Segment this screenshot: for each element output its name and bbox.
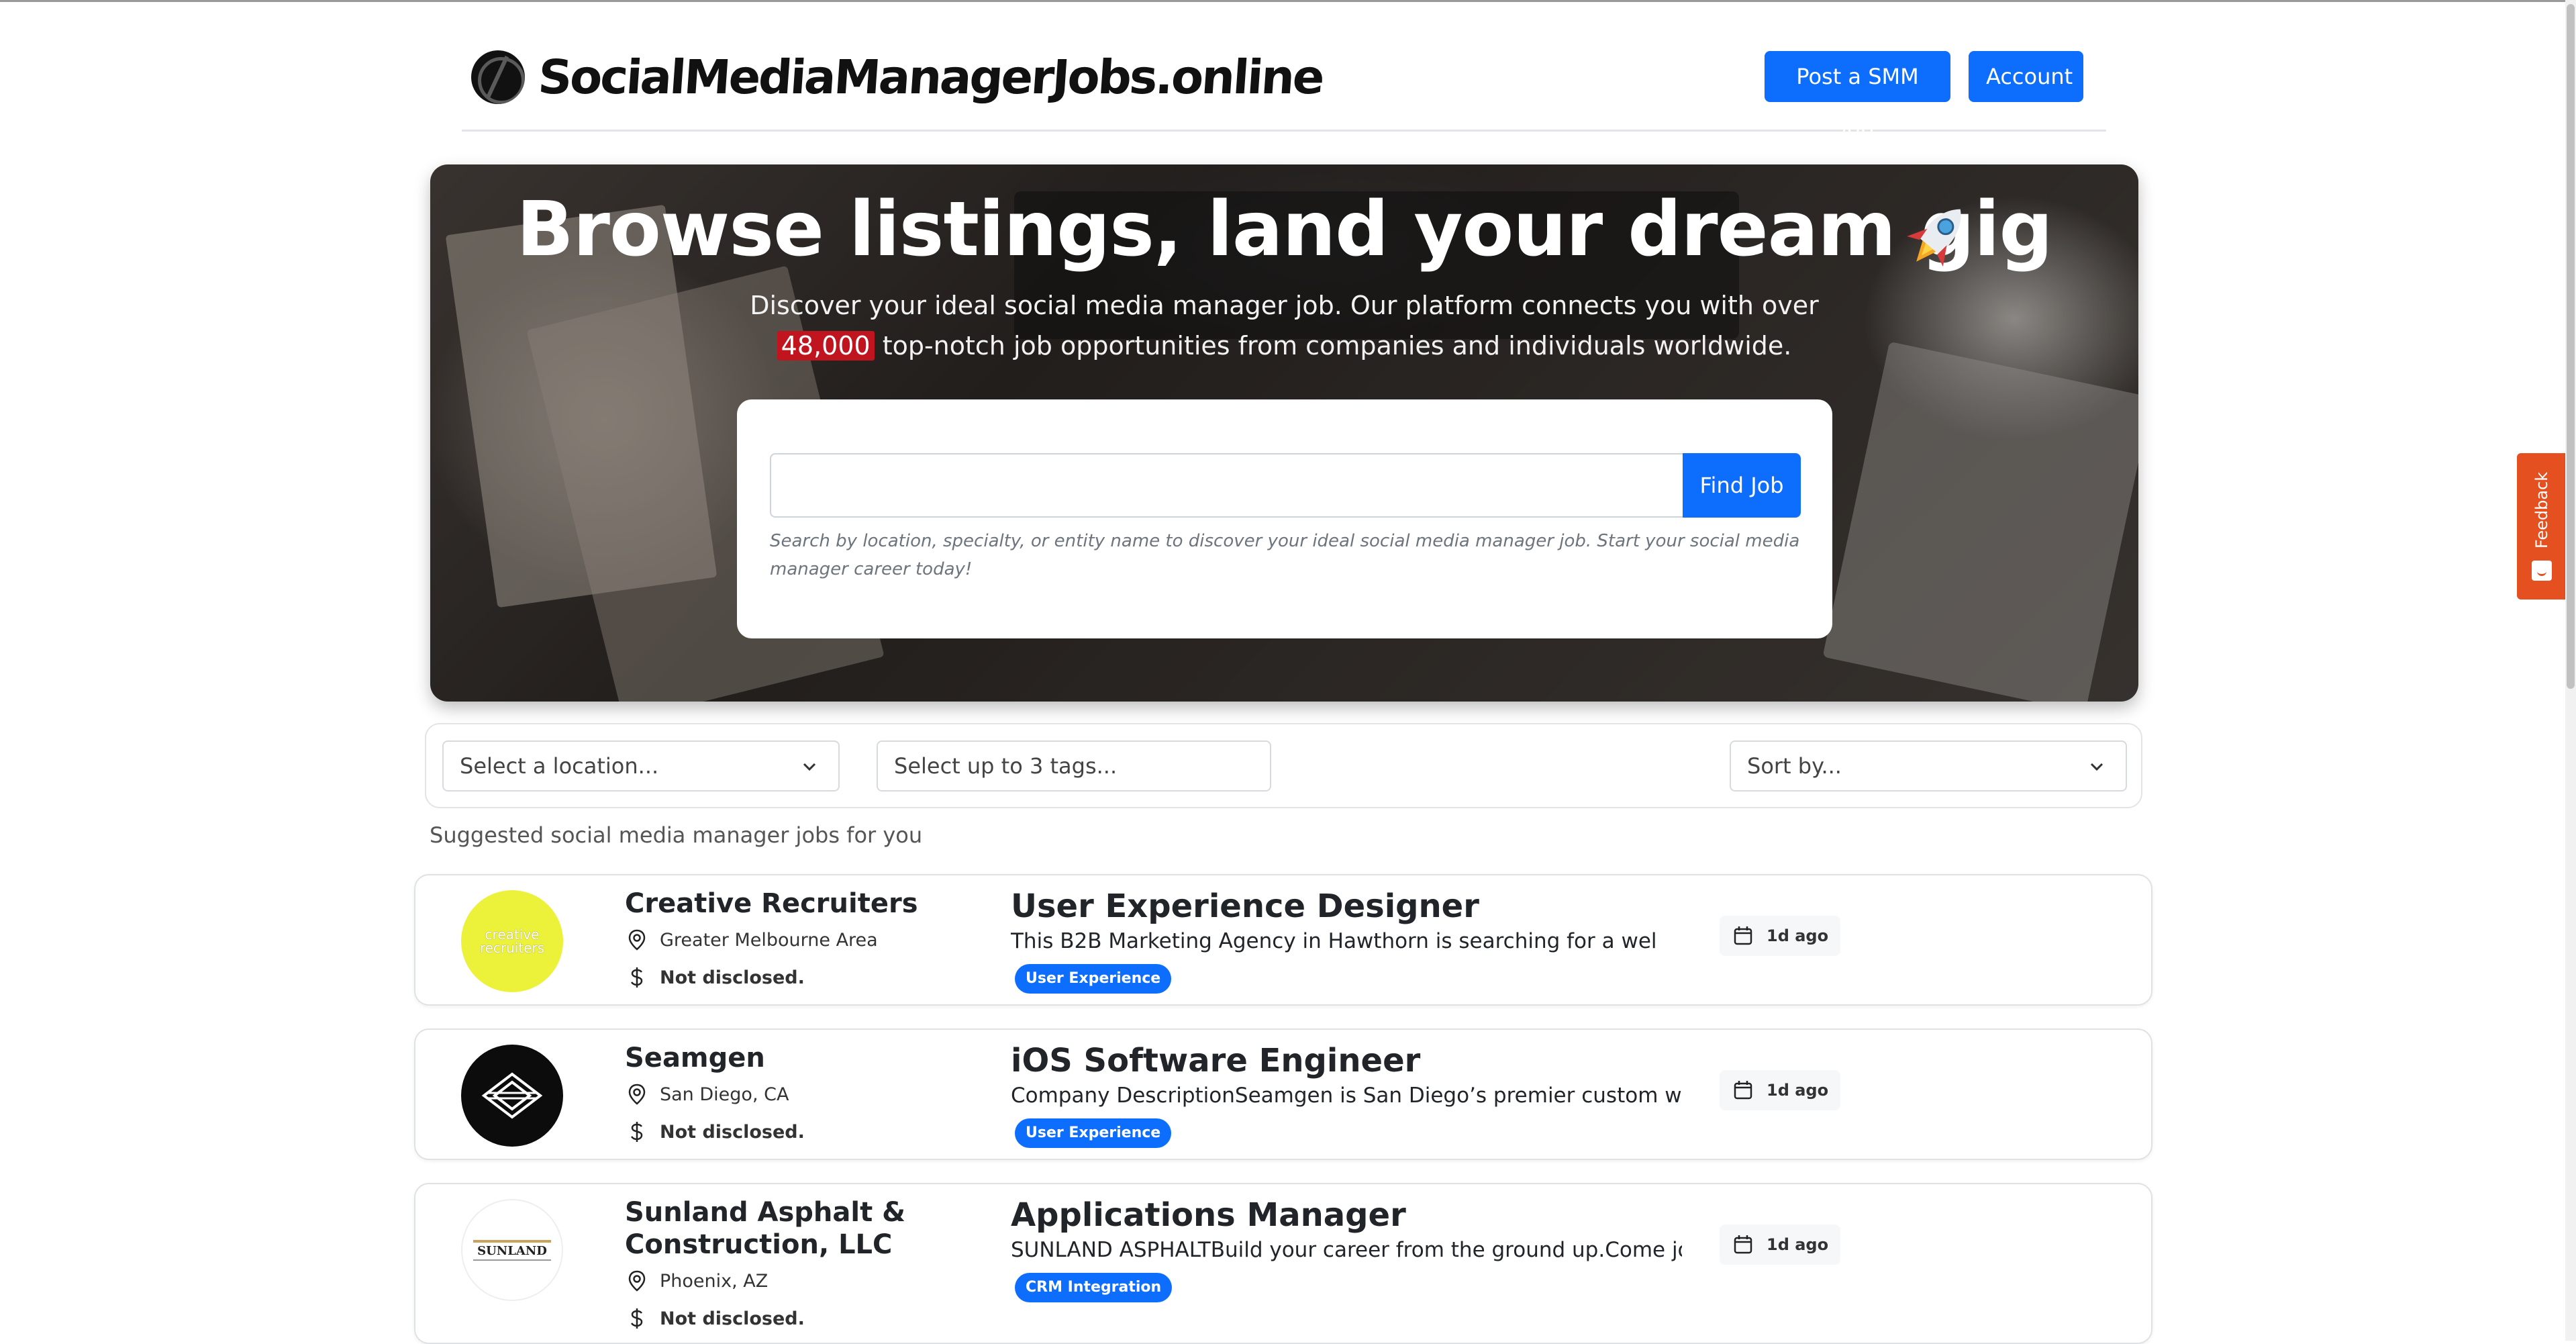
company-logo-text: SUNLAND — [473, 1239, 551, 1261]
job-salary: Not disclosed. — [625, 965, 805, 990]
company-logo: SUNLAND — [461, 1199, 563, 1301]
chevron-down-icon — [2090, 763, 2103, 771]
posted-date-badge: 1d ago — [1720, 1070, 1841, 1110]
browser-top-border — [0, 0, 2576, 2]
job-tag[interactable]: User Experience — [1015, 1118, 1172, 1148]
job-salary-text: Not disclosed. — [660, 1121, 805, 1143]
globe-icon — [471, 50, 525, 104]
company-logo-text: creative recruiters — [479, 926, 545, 956]
posted-date-text: 1d ago — [1767, 926, 1829, 945]
calendar-icon — [1734, 1081, 1752, 1100]
job-salary: Not disclosed. — [625, 1306, 805, 1331]
job-card[interactable]: Seamgen San Diego, CA Not disclosed. iOS… — [414, 1028, 2152, 1160]
calendar-icon — [1734, 926, 1752, 945]
job-location: Greater Melbourne Area — [625, 928, 878, 952]
dollar-icon — [630, 967, 643, 988]
job-title[interactable]: User Experience Designer — [1011, 887, 1479, 925]
seamgen-logo-mark — [481, 1072, 543, 1119]
posted-date-badge: 1d ago — [1720, 916, 1841, 956]
posted-date-text: 1d ago — [1767, 1081, 1829, 1100]
hero-subtitle-text: top-notch job opportunities from compani… — [874, 331, 1792, 361]
job-count-highlight: 48,000 — [777, 331, 875, 361]
dollar-icon — [630, 1122, 643, 1142]
find-job-button[interactable]: Find Job — [1683, 453, 1801, 518]
search-card: Find Job Search by location, specialty, … — [737, 399, 1832, 638]
job-description: This B2B Marketing Agency in Hawthorn is… — [1011, 929, 1657, 953]
search-input[interactable] — [770, 453, 1683, 518]
job-card[interactable]: creative recruiters Creative Recruiters … — [414, 874, 2152, 1006]
job-salary-text: Not disclosed. — [660, 967, 805, 988]
brand-logo[interactable]: SocialMediaManagerJobs.online — [471, 50, 1325, 105]
account-button[interactable]: Account — [1969, 51, 2083, 102]
job-salary-text: Not disclosed. — [660, 1308, 805, 1329]
job-tag[interactable]: User Experience — [1015, 964, 1172, 994]
chevron-down-icon — [803, 763, 816, 771]
hero-title-text: Browse listings, land your dream gig — [516, 186, 2052, 273]
company-name[interactable]: Seamgen — [625, 1042, 974, 1074]
sort-select[interactable]: Sort by... — [1730, 740, 2127, 791]
sort-select-placeholder: Sort by... — [1747, 753, 1842, 779]
smile-icon — [2532, 561, 2552, 581]
hero-title: Browse listings, land your dream gig — [430, 186, 2138, 273]
location-select-placeholder: Select a location... — [460, 753, 659, 779]
job-location: San Diego, CA — [625, 1082, 789, 1106]
job-card[interactable]: SUNLAND Sunland Asphalt & Construction, … — [414, 1183, 2152, 1344]
map-pin-icon — [628, 1270, 646, 1292]
feedback-tab[interactable]: Feedback — [2517, 453, 2567, 599]
filter-bar: Select a location... Select up to 3 tags… — [425, 723, 2142, 808]
rocket-icon — [1907, 209, 1961, 267]
tags-select-placeholder: Select up to 3 tags... — [894, 753, 1118, 779]
job-location-text: Phoenix, AZ — [660, 1270, 769, 1292]
brand-name: SocialMediaManagerJobs.online — [536, 50, 1325, 105]
hero-subtitle-text: Discover your ideal social media manager… — [750, 291, 1819, 320]
site-header: SocialMediaManagerJobs.online Post a SMM… — [462, 32, 2106, 140]
search-help-text: Search by location, specialty, or entity… — [770, 531, 1800, 579]
posted-date-text: 1d ago — [1767, 1235, 1829, 1254]
company-name[interactable]: Sunland Asphalt & Construction, LLC — [625, 1196, 974, 1261]
hero-subtitle: Discover your ideal social media manager… — [699, 285, 1870, 366]
post-job-button[interactable]: Post a SMM job — [1765, 51, 1950, 140]
scrollbar-thumb[interactable] — [2567, 4, 2575, 689]
dollar-icon — [630, 1308, 643, 1329]
job-salary: Not disclosed. — [625, 1120, 805, 1144]
hero-banner: Browse listings, land your dream gig Dis… — [430, 164, 2138, 702]
calendar-icon — [1734, 1235, 1752, 1254]
feedback-label: Feedback — [2517, 460, 2567, 561]
map-pin-icon — [628, 1084, 646, 1105]
feedback-label-text: Feedback — [2532, 471, 2552, 549]
company-name[interactable]: Creative Recruiters — [625, 887, 974, 920]
company-logo — [461, 1045, 563, 1147]
job-title[interactable]: Applications Manager — [1011, 1196, 1406, 1234]
job-tag[interactable]: CRM Integration — [1015, 1273, 1173, 1302]
job-location-text: Greater Melbourne Area — [660, 929, 878, 951]
location-select[interactable]: Select a location... — [442, 740, 840, 791]
tags-select[interactable]: Select up to 3 tags... — [877, 740, 1271, 791]
suggested-heading: Suggested social media manager jobs for … — [430, 822, 923, 848]
posted-date-badge: 1d ago — [1720, 1225, 1841, 1265]
job-title[interactable]: iOS Software Engineer — [1011, 1042, 1420, 1079]
job-location-text: San Diego, CA — [660, 1084, 789, 1105]
job-location: Phoenix, AZ — [625, 1269, 768, 1293]
company-logo: creative recruiters — [461, 890, 563, 992]
job-description: Company DescriptionSeamgen is San Diego’… — [1011, 1084, 1682, 1108]
map-pin-icon — [628, 929, 646, 951]
job-description: SUNLAND ASPHALTBuild your career from th… — [1011, 1238, 1682, 1262]
